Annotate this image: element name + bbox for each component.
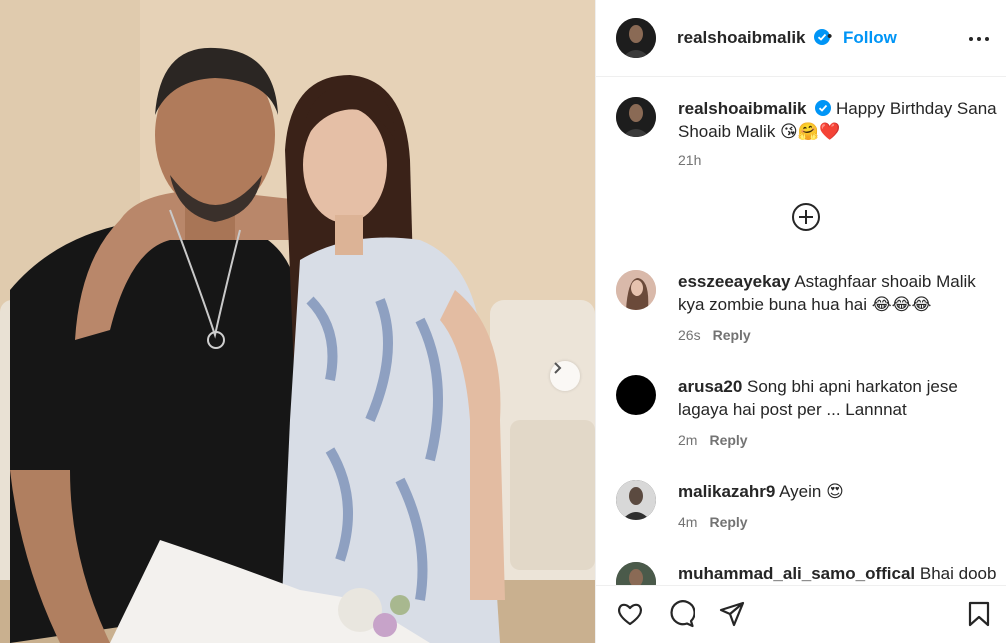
comment-text: arusa20 Song bhi apni harkaton jese laga… [678, 375, 998, 421]
comment-username[interactable]: esszeeayekay [678, 272, 791, 291]
comment-username[interactable]: arusa20 [678, 377, 742, 396]
comment-body: Ayein 😍 [779, 482, 844, 501]
comment-text: malikazahr9 Ayein 😍 [678, 480, 998, 503]
post-caption: realshoaibmalik Happy Birthday Sana Shoa… [616, 97, 998, 177]
bookmark-icon[interactable] [966, 600, 992, 628]
post-photo [0, 0, 595, 643]
comment-text: muhammad_ali_samo_offical Bhai doob [678, 562, 996, 585]
caption-avatar[interactable] [616, 97, 656, 137]
comment-item: esszeeayekay Astaghfaar shoaib Malik kya… [616, 270, 996, 350]
reply-button[interactable]: Reply [709, 514, 747, 530]
author-avatar[interactable] [616, 18, 656, 58]
post-header: realshoaibmalik • Follow [596, 0, 1006, 77]
separator-dot: • [827, 28, 833, 45]
post-action-bar [596, 585, 1006, 643]
comment-time: 26s [678, 327, 701, 343]
chevron-right-icon [554, 362, 562, 374]
load-more-comments-icon[interactable] [791, 202, 821, 232]
reply-button[interactable]: Reply [709, 432, 747, 448]
heart-icon[interactable] [616, 600, 644, 628]
comment-time: 4m [678, 514, 698, 530]
comment-body: Bhai doob [919, 564, 996, 583]
photo-illustration [0, 0, 595, 643]
paper-plane-icon[interactable] [718, 600, 746, 628]
commenter-avatar[interactable] [616, 480, 656, 520]
comment-meta: 26s Reply [678, 327, 751, 343]
comment-item: malikazahr9 Ayein 😍 4m Reply [616, 480, 996, 540]
comment-time: 2m [678, 432, 698, 448]
commenter-avatar[interactable] [616, 562, 656, 586]
author-username[interactable]: realshoaibmalik [677, 28, 831, 48]
comment-meta: 4m Reply [678, 514, 748, 530]
caption-username[interactable]: realshoaibmalik [678, 99, 807, 118]
comment-username[interactable]: malikazahr9 [678, 482, 775, 501]
commenter-avatar[interactable] [616, 270, 656, 310]
comment-item: arusa20 Song bhi apni harkaton jese laga… [616, 375, 996, 455]
verified-badge-icon [815, 100, 832, 116]
caption-time: 21h [678, 152, 702, 168]
next-image-button[interactable] [550, 361, 580, 391]
post-side-panel: realshoaibmalik • Follow realshoaibmalik [595, 0, 1006, 643]
comment-meta: 2m Reply [678, 432, 748, 448]
reply-button[interactable]: Reply [713, 327, 751, 343]
comment-username[interactable]: muhammad_ali_samo_offical [678, 564, 915, 583]
more-options-icon[interactable] [968, 30, 990, 48]
caption-text: realshoaibmalik Happy Birthday Sana Shoa… [678, 97, 998, 143]
follow-button[interactable]: Follow [843, 28, 897, 48]
comment-text: esszeeayekay Astaghfaar shoaib Malik kya… [678, 270, 998, 316]
comment-item: muhammad_ali_samo_offical Bhai doob [616, 562, 996, 586]
comment-bubble-icon[interactable] [667, 600, 695, 628]
commenter-avatar[interactable] [616, 375, 656, 415]
